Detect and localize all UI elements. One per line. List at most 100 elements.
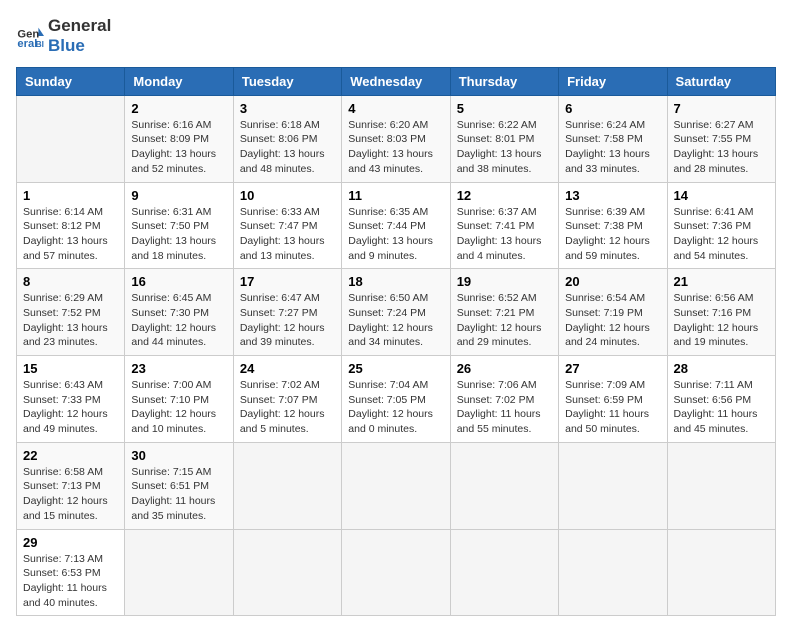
day-number: 24 — [240, 361, 335, 376]
day-info: Sunrise: 6:18 AMSunset: 8:06 PMDaylight:… — [240, 118, 335, 177]
day-info: Sunrise: 6:20 AMSunset: 8:03 PMDaylight:… — [348, 118, 443, 177]
day-info: Sunrise: 6:24 AMSunset: 7:58 PMDaylight:… — [565, 118, 660, 177]
day-number: 26 — [457, 361, 552, 376]
day-number: 22 — [23, 448, 118, 463]
day-number: 13 — [565, 188, 660, 203]
logo: Gen eral Blue General Blue — [16, 16, 111, 57]
day-info: Sunrise: 6:22 AMSunset: 8:01 PMDaylight:… — [457, 118, 552, 177]
day-number: 19 — [457, 274, 552, 289]
day-number: 16 — [131, 274, 226, 289]
day-info: Sunrise: 6:54 AMSunset: 7:19 PMDaylight:… — [565, 291, 660, 350]
calendar-cell — [342, 529, 450, 616]
calendar-cell: 3Sunrise: 6:18 AMSunset: 8:06 PMDaylight… — [233, 95, 341, 182]
calendar-cell: 25 Sunrise: 7:04 AMSunset: 7:05 PMDayligh… — [342, 356, 450, 443]
calendar-cell: 9 Sunrise: 6:31 AMSunset: 7:50 PMDaylight… — [125, 182, 233, 269]
day-info: Sunrise: 6:47 AMSunset: 7:27 PMDaylight:… — [240, 291, 335, 350]
day-info: Sunrise: 6:29 AMSunset: 7:52 PMDaylight:… — [23, 291, 118, 350]
day-info: Sunrise: 6:39 AMSunset: 7:38 PMDaylight:… — [565, 205, 660, 264]
calendar-cell: 13 Sunrise: 6:39 AMSunset: 7:38 PMDayligh… — [559, 182, 667, 269]
calendar-cell: 23 Sunrise: 7:00 AMSunset: 7:10 PMDayligh… — [125, 356, 233, 443]
day-number: 30 — [131, 448, 226, 463]
svg-text:Blue: Blue — [36, 40, 44, 50]
day-number: 23 — [131, 361, 226, 376]
day-number: 15 — [23, 361, 118, 376]
day-number: 21 — [674, 274, 769, 289]
calendar-cell: 11Sunrise: 6:35 AMSunset: 7:44 PMDayligh… — [342, 182, 450, 269]
weekday-header: Tuesday — [233, 67, 341, 95]
day-number: 14 — [674, 188, 769, 203]
day-number: 25 — [348, 361, 443, 376]
day-info: Sunrise: 6:16 AMSunset: 8:09 PMDaylight:… — [131, 118, 226, 177]
day-info: Sunrise: 7:09 AMSunset: 6:59 PMDaylight:… — [565, 378, 660, 437]
day-number: 2 — [131, 101, 226, 116]
day-number: 4 — [348, 101, 443, 116]
day-number: 27 — [565, 361, 660, 376]
calendar-cell — [125, 529, 233, 616]
day-number: 11 — [348, 188, 443, 203]
day-info: Sunrise: 7:04 AMSunset: 7:05 PMDaylight:… — [348, 378, 443, 437]
header: Gen eral Blue General Blue — [16, 16, 776, 57]
day-number: 17 — [240, 274, 335, 289]
calendar-cell: 18 Sunrise: 6:50 AMSunset: 7:24 PMDayligh… — [342, 269, 450, 356]
weekday-header: Friday — [559, 67, 667, 95]
calendar-cell: 26 Sunrise: 7:06 AMSunset: 7:02 PMDayligh… — [450, 356, 558, 443]
day-number: 6 — [565, 101, 660, 116]
calendar-cell — [559, 529, 667, 616]
day-number: 1 — [23, 188, 118, 203]
day-number: 29 — [23, 535, 118, 550]
calendar-cell — [450, 442, 558, 529]
calendar-cell: 30 Sunrise: 7:15 AMSunset: 6:51 PMDayligh… — [125, 442, 233, 529]
day-info: Sunrise: 6:14 AMSunset: 8:12 PMDaylight:… — [23, 205, 118, 264]
calendar-cell: 20 Sunrise: 6:54 AMSunset: 7:19 PMDayligh… — [559, 269, 667, 356]
day-number: 12 — [457, 188, 552, 203]
calendar-cell: 17 Sunrise: 6:47 AMSunset: 7:27 PMDayligh… — [233, 269, 341, 356]
calendar-cell: 14 Sunrise: 6:41 AMSunset: 7:36 PMDayligh… — [667, 182, 775, 269]
calendar-cell: 21 Sunrise: 6:56 AMSunset: 7:16 PMDayligh… — [667, 269, 775, 356]
calendar-cell — [342, 442, 450, 529]
calendar-cell — [233, 529, 341, 616]
calendar-cell: 1 Sunrise: 6:14 AMSunset: 8:12 PMDaylight… — [17, 182, 125, 269]
day-info: Sunrise: 6:41 AMSunset: 7:36 PMDaylight:… — [674, 205, 769, 264]
day-info: Sunrise: 6:37 AMSunset: 7:41 PMDaylight:… — [457, 205, 552, 264]
day-info: Sunrise: 6:33 AMSunset: 7:47 PMDaylight:… — [240, 205, 335, 264]
calendar-cell: 28Sunrise: 7:11 AMSunset: 6:56 PMDayligh… — [667, 356, 775, 443]
weekday-header: Wednesday — [342, 67, 450, 95]
day-info: Sunrise: 7:11 AMSunset: 6:56 PMDaylight:… — [674, 378, 769, 437]
day-info: Sunrise: 7:02 AMSunset: 7:07 PMDaylight:… — [240, 378, 335, 437]
day-info: Sunrise: 7:00 AMSunset: 7:10 PMDaylight:… — [131, 378, 226, 437]
calendar-cell — [450, 529, 558, 616]
day-info: Sunrise: 6:50 AMSunset: 7:24 PMDaylight:… — [348, 291, 443, 350]
day-number: 9 — [131, 188, 226, 203]
weekday-header: Sunday — [17, 67, 125, 95]
day-info: Sunrise: 7:13 AMSunset: 6:53 PMDaylight:… — [23, 552, 118, 611]
calendar-cell: 7 Sunrise: 6:27 AMSunset: 7:55 PMDaylight… — [667, 95, 775, 182]
day-number: 10 — [240, 188, 335, 203]
calendar-cell: 19 Sunrise: 6:52 AMSunset: 7:21 PMDayligh… — [450, 269, 558, 356]
day-info: Sunrise: 6:31 AMSunset: 7:50 PMDaylight:… — [131, 205, 226, 264]
calendar-cell — [559, 442, 667, 529]
day-number: 8 — [23, 274, 118, 289]
calendar-cell: 27 Sunrise: 7:09 AMSunset: 6:59 PMDayligh… — [559, 356, 667, 443]
day-info: Sunrise: 6:43 AMSunset: 7:33 PMDaylight:… — [23, 378, 118, 437]
day-number: 7 — [674, 101, 769, 116]
logo-icon: Gen eral Blue — [16, 22, 44, 50]
day-number: 20 — [565, 274, 660, 289]
calendar-cell — [667, 442, 775, 529]
calendar-cell — [667, 529, 775, 616]
day-number: 18 — [348, 274, 443, 289]
day-info: Sunrise: 6:52 AMSunset: 7:21 PMDaylight:… — [457, 291, 552, 350]
calendar-cell — [17, 95, 125, 182]
calendar-cell: 29 Sunrise: 7:13 AMSunset: 6:53 PMDayligh… — [17, 529, 125, 616]
calendar-cell: 6 Sunrise: 6:24 AMSunset: 7:58 PMDaylight… — [559, 95, 667, 182]
day-info: Sunrise: 6:56 AMSunset: 7:16 PMDaylight:… — [674, 291, 769, 350]
calendar-cell — [233, 442, 341, 529]
calendar-cell: 4 Sunrise: 6:20 AMSunset: 8:03 PMDaylight… — [342, 95, 450, 182]
day-info: Sunrise: 7:06 AMSunset: 7:02 PMDaylight:… — [457, 378, 552, 437]
weekday-header: Saturday — [667, 67, 775, 95]
day-info: Sunrise: 7:15 AMSunset: 6:51 PMDaylight:… — [131, 465, 226, 524]
svg-text:eral: eral — [17, 39, 37, 51]
calendar-cell: 8 Sunrise: 6:29 AMSunset: 7:52 PMDaylight… — [17, 269, 125, 356]
weekday-header: Monday — [125, 67, 233, 95]
calendar-cell: 16Sunrise: 6:45 AMSunset: 7:30 PMDayligh… — [125, 269, 233, 356]
day-info: Sunrise: 6:27 AMSunset: 7:55 PMDaylight:… — [674, 118, 769, 177]
